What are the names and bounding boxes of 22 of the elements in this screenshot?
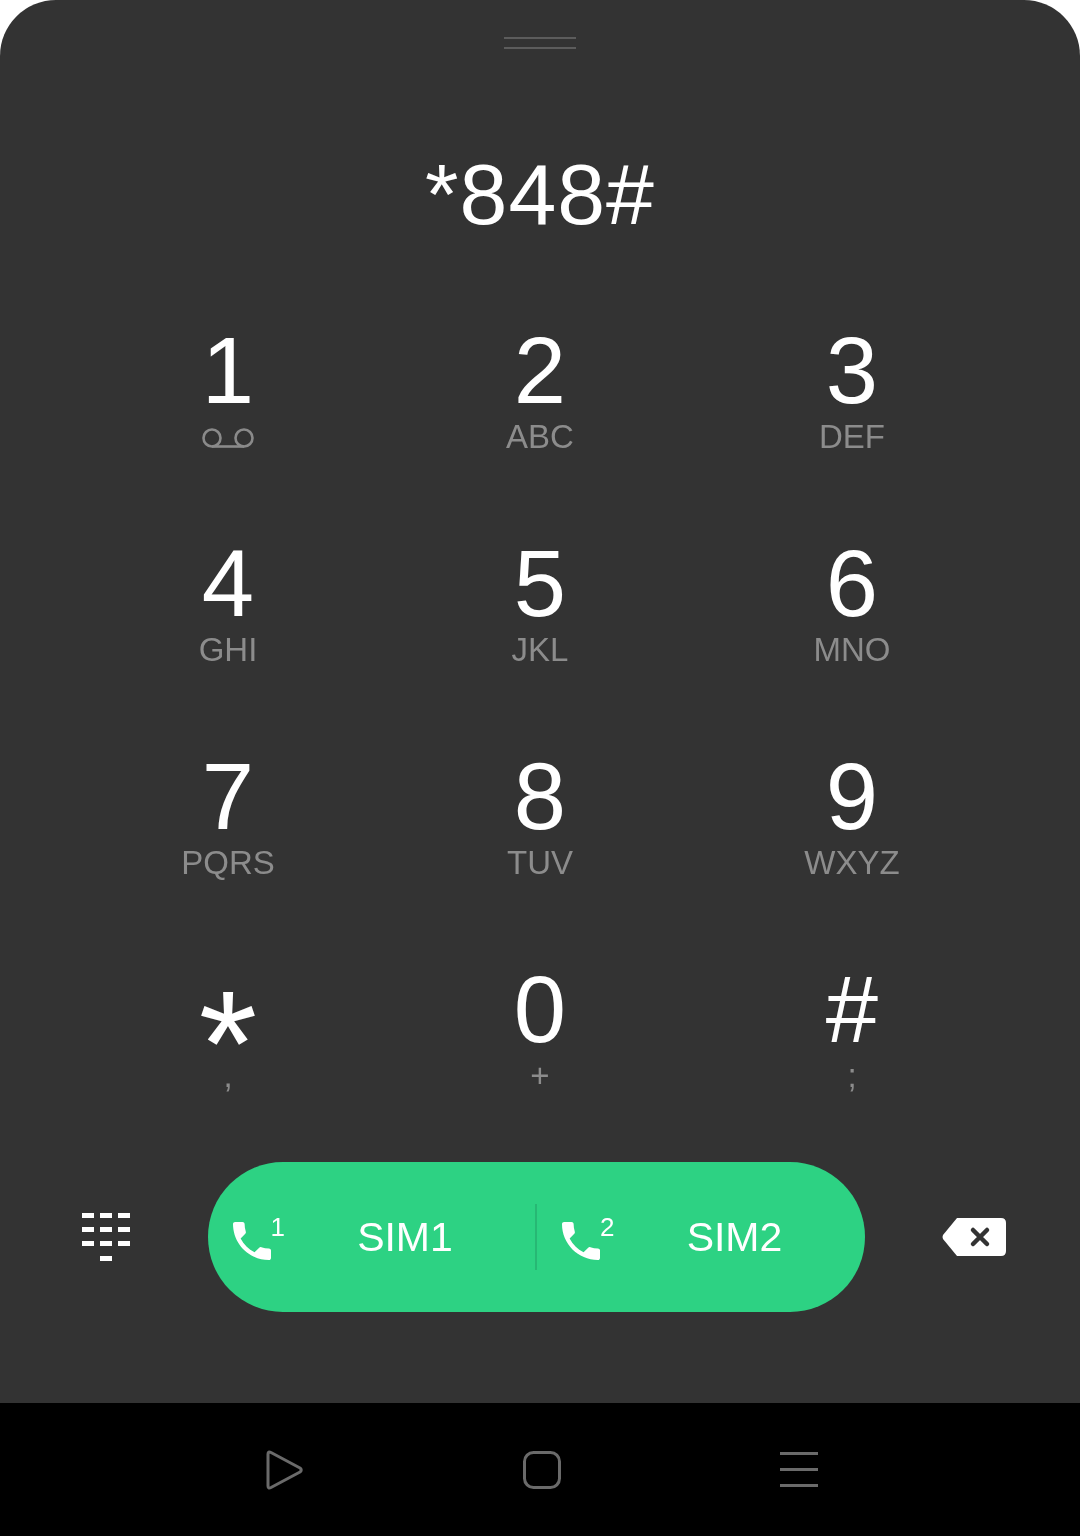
dial-key[interactable]: *, bbox=[128, 960, 328, 1110]
voicemail-icon bbox=[202, 428, 254, 450]
dial-key[interactable]: # ; bbox=[752, 960, 952, 1110]
phone-icon bbox=[232, 1222, 271, 1260]
dialpad-icon[interactable] bbox=[82, 1213, 130, 1261]
dial-key[interactable]: 0 + bbox=[440, 960, 640, 1110]
backspace-icon[interactable] bbox=[942, 1218, 1006, 1256]
dial-key[interactable]: 6 MNO bbox=[752, 534, 952, 684]
dialed-number: *848# bbox=[425, 145, 655, 244]
dial-key[interactable]: 3 DEF bbox=[752, 321, 952, 471]
dial-key[interactable]: 4 GHI bbox=[128, 534, 328, 684]
dial-key[interactable]: 7 PQRS bbox=[128, 747, 328, 897]
menu-icon[interactable] bbox=[780, 1452, 818, 1487]
dial-key[interactable]: 2 ABC bbox=[440, 321, 640, 471]
dial-key[interactable]: 9 WXYZ bbox=[752, 747, 952, 897]
dial-key[interactable]: 1 bbox=[128, 321, 328, 471]
home-icon[interactable] bbox=[523, 1450, 561, 1489]
back-icon[interactable] bbox=[264, 1448, 304, 1491]
dial-key[interactable]: 8 TUV bbox=[440, 747, 640, 897]
drag-handle[interactable] bbox=[504, 37, 576, 49]
dial-key[interactable]: 5 JKL bbox=[440, 534, 640, 684]
phone-icon bbox=[562, 1222, 600, 1260]
